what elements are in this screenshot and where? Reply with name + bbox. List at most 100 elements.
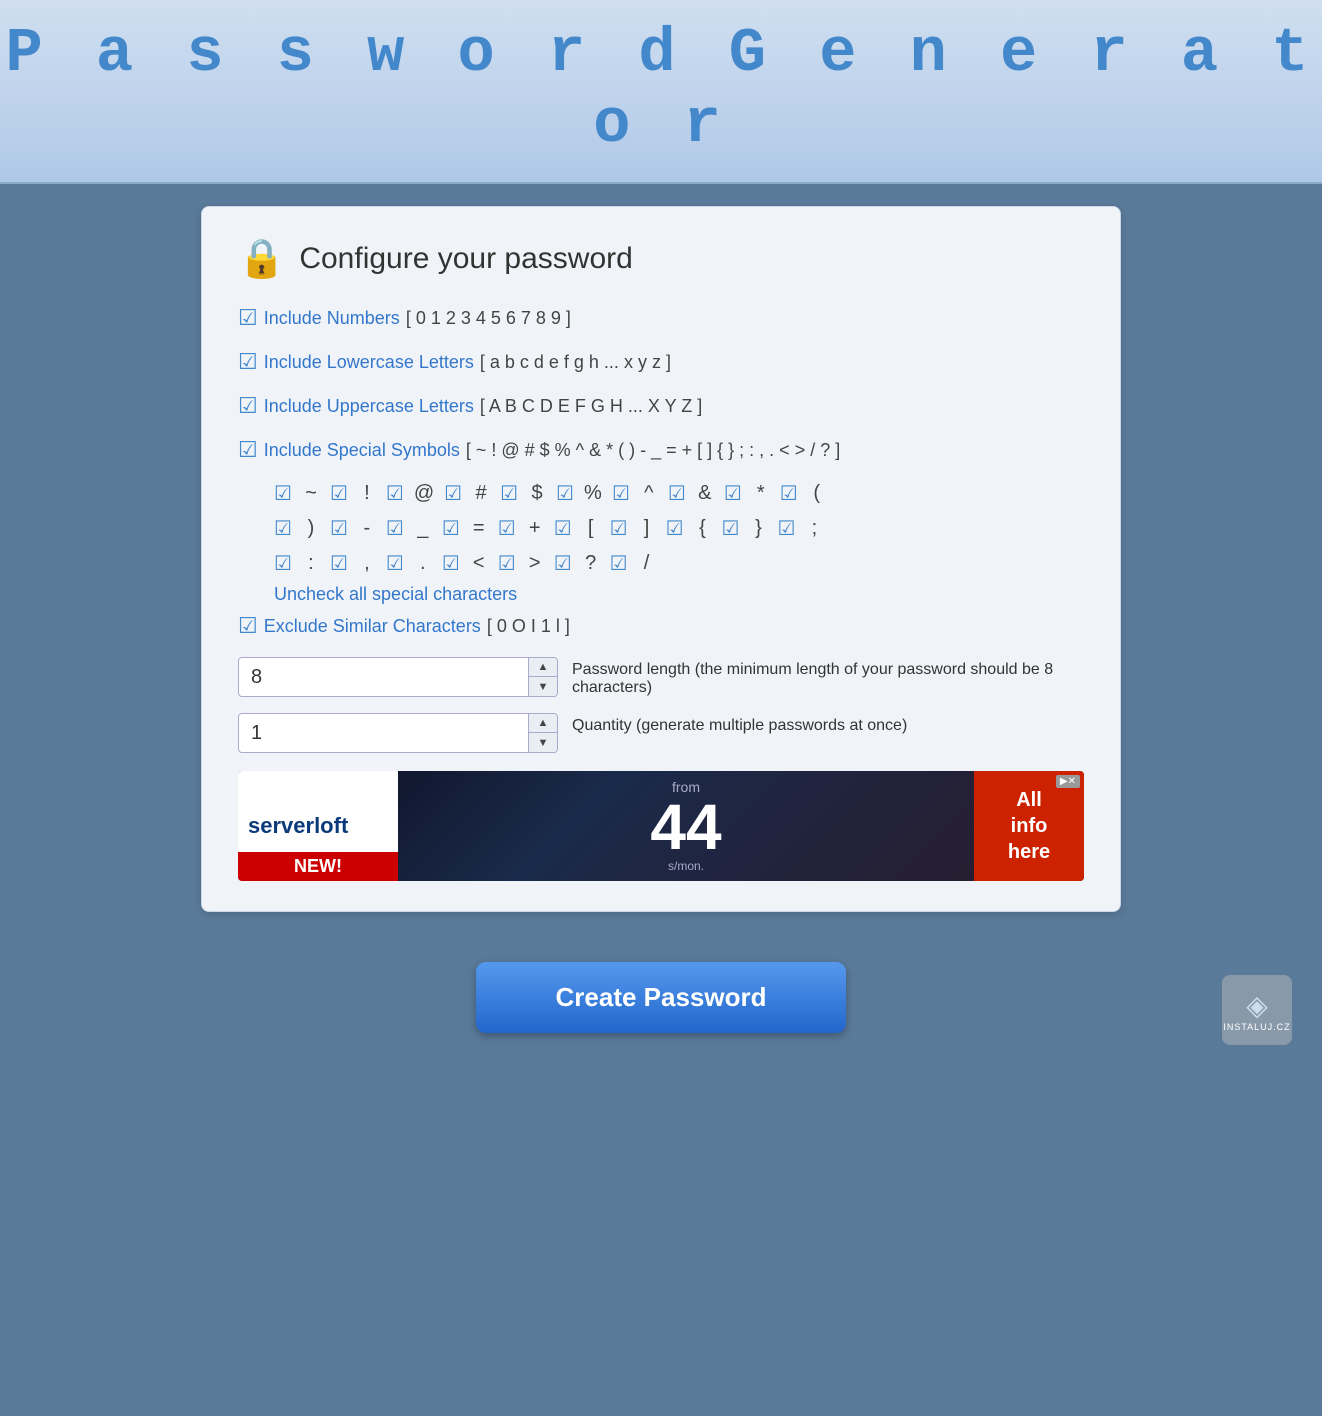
uppercase-label[interactable]: Include Uppercase Letters	[264, 396, 474, 417]
sym-question: ?	[582, 552, 600, 575]
sym-at: @	[414, 482, 434, 505]
sym-check-hash[interactable]: ☑	[444, 481, 462, 506]
sym-hash: #	[472, 482, 490, 505]
symbols-row-3: ☑ : ☑ , ☑ . ☑ < ☑ > ☑ ? ☑ /	[274, 551, 1084, 576]
sym-semicolon: ;	[805, 517, 823, 540]
ad-brand: serverloft	[248, 813, 348, 839]
ad-center: from 44 s/mon.	[398, 779, 974, 873]
sym-check-cparen[interactable]: ☑	[274, 516, 292, 541]
quantity-row: ▲ ▼ Quantity (generate multiple password…	[238, 713, 1084, 753]
length-spinner[interactable]: ▲ ▼	[238, 657, 558, 697]
symbols-row-2: ☑ ) ☑ - ☑ _ ☑ = ☑ + ☑ [ ☑ ] ☑ { ☑ } ☑ ;	[274, 516, 1084, 541]
sym-obracket: [	[582, 517, 600, 540]
special-checkbox-icon[interactable]: ☑	[238, 437, 258, 463]
quantity-down-button[interactable]: ▼	[529, 733, 557, 753]
exclude-value: [ 0 O I 1 l ]	[487, 616, 570, 637]
length-row: ▲ ▼ Password length (the minimum length …	[238, 657, 1084, 697]
sym-check-question[interactable]: ☑	[554, 551, 572, 576]
special-label[interactable]: Include Special Symbols	[264, 440, 460, 461]
quantity-arrows: ▲ ▼	[528, 713, 557, 753]
special-value: [ ~ ! @ # $ % ^ & * ( ) - _ = + [ ] { } …	[466, 440, 840, 461]
exclude-label[interactable]: Exclude Similar Characters	[264, 616, 481, 637]
length-down-button[interactable]: ▼	[529, 677, 557, 697]
lowercase-value: [ a b c d e f g h ... x y z ]	[480, 352, 671, 373]
sym-cbrace: }	[749, 517, 767, 540]
length-input[interactable]	[239, 666, 528, 689]
sym-equals: =	[470, 517, 488, 540]
sym-check-equals[interactable]: ☑	[442, 516, 460, 541]
sym-check-period[interactable]: ☑	[386, 551, 404, 576]
length-up-button[interactable]: ▲	[529, 657, 557, 677]
uncheck-all-link[interactable]: Uncheck all special characters	[274, 584, 1084, 605]
sym-colon: :	[302, 552, 320, 575]
sym-cbracket: ]	[638, 517, 656, 540]
option-lowercase: ☑ Include Lowercase Letters [ a b c d e …	[238, 349, 1084, 375]
card-title: Configure your password	[299, 242, 633, 276]
sym-caret: ^	[640, 482, 658, 505]
bottom-bar: Create Password ◈ INSTALUJ.CZ	[0, 934, 1322, 1065]
sym-star: *	[752, 482, 770, 505]
sym-obrace: {	[694, 517, 712, 540]
uppercase-checkbox-icon[interactable]: ☑	[238, 393, 258, 419]
quantity-spinner[interactable]: ▲ ▼	[238, 713, 558, 753]
sym-lt: <	[470, 552, 488, 575]
sym-excl: !	[358, 482, 376, 505]
uppercase-value: [ A B C D E F G H ... X Y Z ]	[480, 396, 702, 417]
sym-slash: /	[638, 552, 656, 575]
numbers-label[interactable]: Include Numbers	[264, 308, 400, 329]
quantity-label: Quantity (generate multiple passwords at…	[572, 713, 1084, 735]
sym-check-cbrace[interactable]: ☑	[722, 516, 740, 541]
ad-right-text: Allinfohere	[1008, 787, 1050, 865]
length-arrows: ▲ ▼	[528, 657, 557, 697]
ad-left: serverloft NEW!	[238, 771, 398, 881]
sym-check-oparen[interactable]: ☑	[780, 481, 798, 506]
sym-underscore: _	[414, 517, 432, 540]
main-card: 🔒 Configure your password ☑ Include Numb…	[201, 206, 1121, 912]
sym-check-slash[interactable]: ☑	[610, 551, 628, 576]
sym-check-at[interactable]: ☑	[386, 481, 404, 506]
option-special: ☑ Include Special Symbols [ ~ ! @ # $ % …	[238, 437, 1084, 463]
sym-check-tilde[interactable]: ☑	[274, 481, 292, 506]
sym-plus: +	[526, 517, 544, 540]
exclude-checkbox-icon[interactable]: ☑	[238, 613, 258, 639]
sym-cparen: )	[302, 517, 320, 540]
sym-check-semicolon[interactable]: ☑	[777, 516, 795, 541]
sym-check-colon[interactable]: ☑	[274, 551, 292, 576]
ad-number: 44	[650, 795, 721, 859]
option-numbers: ☑ Include Numbers [ 0 1 2 3 4 5 6 7 8 9 …	[238, 305, 1084, 331]
sym-dollar: $	[528, 482, 546, 505]
sym-check-excl[interactable]: ☑	[330, 481, 348, 506]
create-password-button[interactable]: Create Password	[476, 962, 847, 1033]
lowercase-label[interactable]: Include Lowercase Letters	[264, 352, 474, 373]
ad-new-label: NEW!	[238, 852, 398, 881]
quantity-up-button[interactable]: ▲	[529, 713, 557, 733]
sym-gt: >	[526, 552, 544, 575]
sym-check-cbracket[interactable]: ☑	[610, 516, 628, 541]
length-label: Password length (the minimum length of y…	[572, 657, 1084, 697]
quantity-input[interactable]	[239, 722, 528, 745]
sym-check-gt[interactable]: ☑	[498, 551, 516, 576]
sym-check-obrace[interactable]: ☑	[666, 516, 684, 541]
sym-check-caret[interactable]: ☑	[612, 481, 630, 506]
sym-check-comma[interactable]: ☑	[330, 551, 348, 576]
sym-check-star[interactable]: ☑	[724, 481, 742, 506]
sym-check-dollar[interactable]: ☑	[500, 481, 518, 506]
instaluj-logo-icon: ◈	[1246, 989, 1268, 1022]
card-title-row: 🔒 Configure your password	[238, 237, 1084, 281]
sym-check-lt[interactable]: ☑	[442, 551, 460, 576]
option-exclude: ☑ Exclude Similar Characters [ 0 O I 1 l…	[238, 613, 1084, 639]
sym-check-percent[interactable]: ☑	[556, 481, 574, 506]
sym-check-amp[interactable]: ☑	[668, 481, 686, 506]
numbers-checkbox-icon[interactable]: ☑	[238, 305, 258, 331]
ad-right: ▶✕ Allinfohere	[974, 771, 1084, 881]
sym-check-minus[interactable]: ☑	[330, 516, 348, 541]
symbols-row-1: ☑ ~ ☑ ! ☑ @ ☑ # ☑ $ ☑ % ☑ ^ ☑ & ☑ * ☑ (	[274, 481, 1084, 506]
sym-percent: %	[584, 482, 602, 505]
sym-check-plus[interactable]: ☑	[498, 516, 516, 541]
sym-comma: ,	[358, 552, 376, 575]
ad-close-button[interactable]: ▶✕	[1056, 775, 1080, 788]
sym-check-underscore[interactable]: ☑	[386, 516, 404, 541]
sym-check-obracket[interactable]: ☑	[554, 516, 572, 541]
lowercase-checkbox-icon[interactable]: ☑	[238, 349, 258, 375]
ad-banner: serverloft NEW! from 44 s/mon. ▶✕ Allinf…	[238, 771, 1084, 881]
